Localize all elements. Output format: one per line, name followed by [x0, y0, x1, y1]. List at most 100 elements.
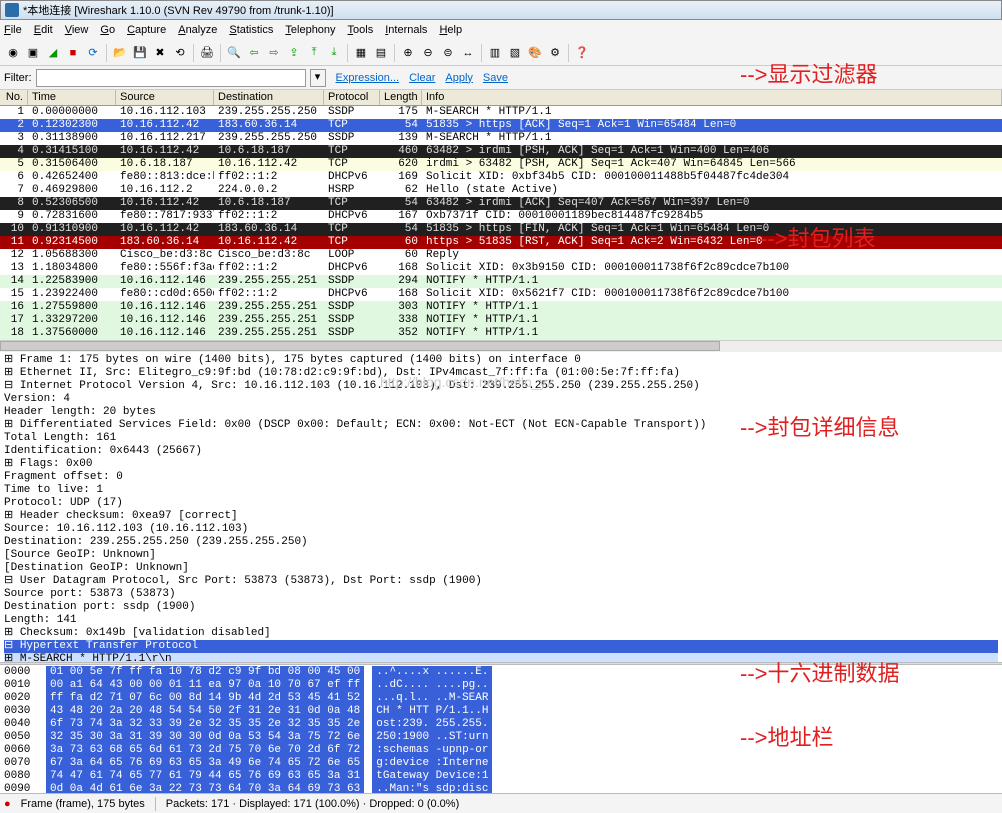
table-row[interactable]: 181.3756000010.16.112.146239.255.255.251… — [0, 327, 1002, 340]
table-row[interactable]: 40.3141510010.16.112.4210.6.18.187TCP460… — [0, 145, 1002, 158]
tb-last-icon[interactable]: ⤓ — [325, 44, 343, 62]
detail-line[interactable]: ⊞ M-SEARCH * HTTP/1.1\r\n — [4, 653, 998, 662]
menu-telephony[interactable]: Telephony — [285, 24, 335, 36]
menu-edit[interactable]: Edit — [34, 24, 53, 36]
menu-statistics[interactable]: Statistics — [229, 24, 273, 36]
detail-line[interactable]: ⊞ Differentiated Services Field: 0x00 (D… — [4, 419, 998, 432]
tb-pref-icon[interactable]: ⚙ — [546, 44, 564, 62]
tb-print-icon[interactable]: 🖨 — [198, 44, 216, 62]
detail-line[interactable]: Fragment offset: 0 — [4, 471, 998, 484]
tb-colorize-icon[interactable]: ▦ — [352, 44, 370, 62]
detail-line[interactable]: ⊞ Header checksum: 0xea97 [correct] — [4, 510, 998, 523]
detail-line[interactable]: Time to live: 1 — [4, 484, 998, 497]
tb-close-icon[interactable]: ✖ — [151, 44, 169, 62]
tb-col-icon[interactable]: 🎨 — [526, 44, 544, 62]
detail-line[interactable]: ⊞ Frame 1: 175 bytes on wire (1400 bits)… — [4, 354, 998, 367]
detail-line[interactable]: [Destination GeoIP: Unknown] — [4, 562, 998, 575]
tb-dispfilt-icon[interactable]: ▧ — [506, 44, 524, 62]
detail-line[interactable]: Source: 10.16.112.103 (10.16.112.103) — [4, 523, 998, 536]
detail-line[interactable]: ⊞ Flags: 0x00 — [4, 458, 998, 471]
hex-row[interactable]: 003043 48 20 2a 20 48 54 54 50 2f 31 2e … — [4, 705, 998, 718]
detail-line[interactable]: Identification: 0x6443 (25667) — [4, 445, 998, 458]
tb-start-icon[interactable]: ◢ — [44, 44, 62, 62]
detail-line[interactable]: Protocol: UDP (17) — [4, 497, 998, 510]
detail-line[interactable]: Source port: 53873 (53873) — [4, 588, 998, 601]
col-time[interactable]: Time — [28, 90, 116, 105]
tb-help-icon[interactable]: ❓ — [573, 44, 591, 62]
detail-line[interactable]: Destination port: ssdp (1900) — [4, 601, 998, 614]
tb-capfilt-icon[interactable]: ▥ — [486, 44, 504, 62]
table-row[interactable]: 151.23922400fe80::cd0d:650d:787:ff02::1:… — [0, 288, 1002, 301]
table-row[interactable]: 60.42652400fe80::813:dce:b100:ff02::1:2D… — [0, 171, 1002, 184]
table-row[interactable]: 110.92314500183.60.36.1410.16.112.42TCP6… — [0, 236, 1002, 249]
table-row[interactable]: 30.3113890010.16.112.217239.255.255.250S… — [0, 132, 1002, 145]
menu-go[interactable]: Go — [100, 24, 115, 36]
menu-analyze[interactable]: Analyze — [178, 24, 217, 36]
hex-row[interactable]: 001000 a1 64 43 00 00 01 11 ea 97 0a 10 … — [4, 679, 998, 692]
expert-icon[interactable]: ● — [4, 798, 11, 810]
table-row[interactable]: 20.1230230010.16.112.42183.60.36.14TCP54… — [0, 119, 1002, 132]
detail-line[interactable]: Length: 141 — [4, 614, 998, 627]
detail-line[interactable]: ⊟ User Datagram Protocol, Src Port: 5387… — [4, 575, 998, 588]
menu-help[interactable]: Help — [439, 24, 462, 36]
table-row[interactable]: 141.2258390010.16.112.146239.255.255.251… — [0, 275, 1002, 288]
hex-row[interactable]: 008074 47 61 74 65 77 61 79 44 65 76 69 … — [4, 770, 998, 783]
col-info[interactable]: Info — [422, 90, 1002, 105]
tb-open-icon[interactable]: ▣ — [24, 44, 42, 62]
tb-resize-icon[interactable]: ↔ — [459, 44, 477, 62]
tb-find-icon[interactable]: 🔍 — [225, 44, 243, 62]
hex-row[interactable]: 007067 3a 64 65 76 69 63 65 3a 49 6e 74 … — [4, 757, 998, 770]
tb-reload-icon[interactable]: ⟲ — [171, 44, 189, 62]
filter-save[interactable]: Save — [483, 72, 508, 84]
detail-line[interactable]: ⊞ Checksum: 0x149b [validation disabled] — [4, 627, 998, 640]
tb-fwd-icon[interactable]: ⇨ — [265, 44, 283, 62]
col-no[interactable]: No. — [0, 90, 28, 105]
hex-pane[interactable]: 000001 00 5e 7f ff fa 10 78 d2 c9 9f bd … — [0, 665, 1002, 793]
hex-row[interactable]: 00900d 0a 4d 61 6e 3a 22 73 73 64 70 3a … — [4, 783, 998, 793]
hex-row[interactable]: 0020ff fa d2 71 07 6c 00 8d 14 9b 4d 2d … — [4, 692, 998, 705]
tb-save-icon[interactable]: 💾 — [131, 44, 149, 62]
hscroll[interactable] — [0, 340, 1002, 352]
table-row[interactable]: 70.4692980010.16.112.2224.0.0.2HSRP62Hel… — [0, 184, 1002, 197]
col-len[interactable]: Length — [380, 90, 422, 105]
tb-stop-icon[interactable]: ■ — [64, 44, 82, 62]
menu-capture[interactable]: Capture — [127, 24, 166, 36]
detail-line[interactable]: Destination: 239.255.255.250 (239.255.25… — [4, 536, 998, 549]
tb-zoom11-icon[interactable]: ⊜ — [439, 44, 457, 62]
menu-file[interactable]: File — [4, 24, 22, 36]
detail-line[interactable]: [Source GeoIP: Unknown] — [4, 549, 998, 562]
tb-autoscroll-icon[interactable]: ▤ — [372, 44, 390, 62]
table-row[interactable]: 161.2755980010.16.112.146239.255.255.251… — [0, 301, 1002, 314]
packet-details[interactable]: ⊞ Frame 1: 175 bytes on wire (1400 bits)… — [0, 352, 1002, 662]
col-src[interactable]: Source — [116, 90, 214, 105]
detail-line[interactable]: ⊟ Hypertext Transfer Protocol — [4, 640, 998, 653]
table-row[interactable]: 50.3150640010.6.18.18710.16.112.42TCP620… — [0, 158, 1002, 171]
menu-internals[interactable]: Internals — [385, 24, 427, 36]
col-proto[interactable]: Protocol — [324, 90, 380, 105]
detail-line[interactable]: Version: 4 — [4, 393, 998, 406]
tb-goto-icon[interactable]: ⇪ — [285, 44, 303, 62]
menu-view[interactable]: View — [65, 24, 89, 36]
hex-row[interactable]: 00603a 73 63 68 65 6d 61 73 2d 75 70 6e … — [4, 744, 998, 757]
tb-list-icon[interactable]: ◉ — [4, 44, 22, 62]
table-row[interactable]: 100.9131090010.16.112.42183.60.36.14TCP5… — [0, 223, 1002, 236]
menu-tools[interactable]: Tools — [348, 24, 374, 36]
tb-zoomout-icon[interactable]: ⊖ — [419, 44, 437, 62]
hex-row[interactable]: 005032 35 30 3a 31 39 30 30 0d 0a 53 54 … — [4, 731, 998, 744]
tb-open2-icon[interactable]: 📂 — [111, 44, 129, 62]
hex-row[interactable]: 00406f 73 74 3a 32 33 39 2e 32 35 35 2e … — [4, 718, 998, 731]
tb-restart-icon[interactable]: ⟳ — [84, 44, 102, 62]
tb-first-icon[interactable]: ⤒ — [305, 44, 323, 62]
tb-back-icon[interactable]: ⇦ — [245, 44, 263, 62]
table-row[interactable]: 90.72831600fe80::7817:9337:9b2fff02::1:2… — [0, 210, 1002, 223]
filter-clear[interactable]: Clear — [409, 72, 435, 84]
table-row[interactable]: 171.3329720010.16.112.146239.255.255.251… — [0, 314, 1002, 327]
table-row[interactable]: 131.18034800fe80::556f:f3ac:3e3fff02::1:… — [0, 262, 1002, 275]
filter-dropdown-icon[interactable]: ▾ — [310, 69, 326, 87]
detail-line[interactable]: Header length: 20 bytes — [4, 406, 998, 419]
hex-row[interactable]: 000001 00 5e 7f ff fa 10 78 d2 c9 9f bd … — [4, 666, 998, 679]
filter-apply[interactable]: Apply — [445, 72, 473, 84]
table-row[interactable]: 80.5230650010.16.112.4210.6.18.187TCP546… — [0, 197, 1002, 210]
col-dst[interactable]: Destination — [214, 90, 324, 105]
packet-list[interactable]: 10.0000000010.16.112.103239.255.255.250S… — [0, 106, 1002, 340]
